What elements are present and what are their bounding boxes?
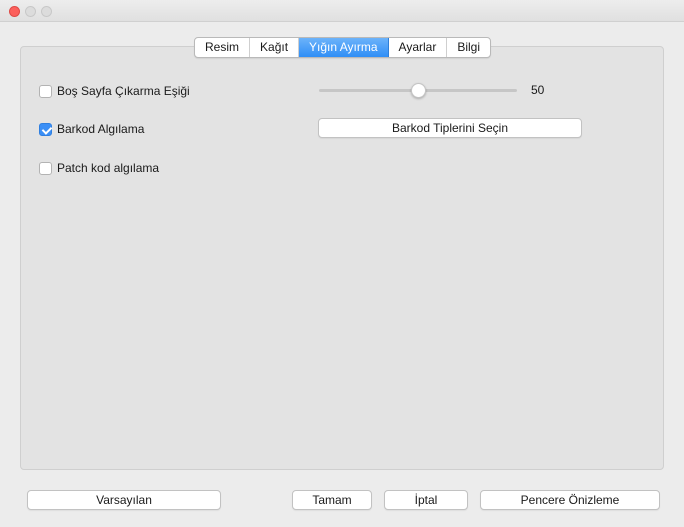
defaults-button[interactable]: Varsayılan	[27, 490, 221, 510]
zoom-window-icon[interactable]	[41, 6, 52, 17]
close-window-icon[interactable]	[9, 6, 20, 17]
tab-resim[interactable]: Resim	[195, 38, 251, 57]
blank-page-checkbox[interactable]	[39, 84, 52, 98]
title-bar	[0, 0, 684, 22]
tab-kagit[interactable]: Kağıt	[250, 38, 300, 57]
blank-page-label: Boş Sayfa Çıkarma Eşiği	[57, 84, 190, 98]
patch-option: Patch kod algılama	[39, 161, 159, 175]
minimize-window-icon[interactable]	[25, 6, 36, 17]
tab-bar: Resim Kağıt Yığın Ayırma Ayarlar Bilgi	[194, 37, 492, 58]
tab-ayarlar[interactable]: Ayarlar	[389, 38, 448, 57]
barcode-checkbox[interactable]	[39, 122, 52, 136]
cancel-button[interactable]: İptal	[384, 490, 468, 510]
threshold-slider-knob[interactable]	[411, 83, 426, 98]
barcode-option: Barkod Algılama	[39, 122, 144, 136]
tab-yigin-ayirma[interactable]: Yığın Ayırma	[299, 38, 389, 57]
ok-button[interactable]: Tamam	[292, 490, 372, 510]
settings-window: Resim Kağıt Yığın Ayırma Ayarlar Bilgi B…	[0, 0, 684, 527]
tab-bilgi[interactable]: Bilgi	[447, 38, 490, 57]
patch-label: Patch kod algılama	[57, 161, 160, 175]
blank-page-option: Boş Sayfa Çıkarma Eşiği	[39, 84, 190, 98]
barcode-label: Barkod Algılama	[57, 122, 145, 136]
threshold-value: 50	[531, 83, 545, 97]
tab-content-panel	[20, 46, 664, 470]
preview-window-button[interactable]: Pencere Önizleme	[480, 490, 660, 510]
barcode-types-button[interactable]: Barkod Tiplerini Seçin	[318, 118, 582, 138]
patch-checkbox[interactable]	[39, 161, 52, 175]
